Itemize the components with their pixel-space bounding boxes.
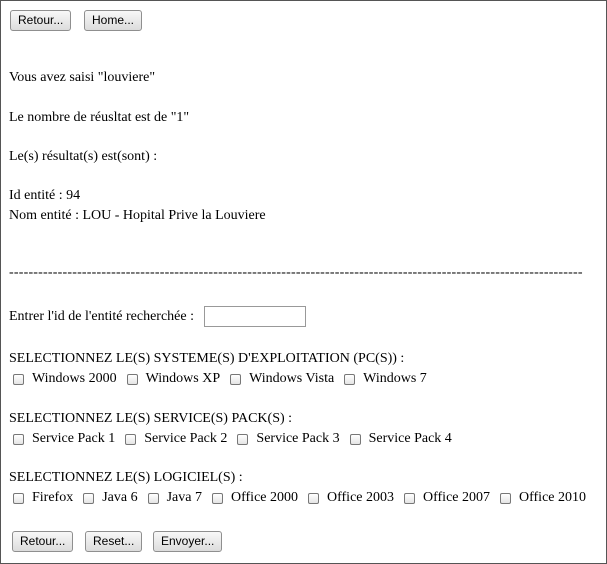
sp-checkbox[interactable] <box>237 433 249 445</box>
software-checkbox[interactable] <box>147 492 159 504</box>
entity-id-input[interactable] <box>204 306 306 327</box>
back-button-top[interactable]: Retour... <box>10 10 72 31</box>
software-option-label: Firefox <box>32 490 74 505</box>
software-option-label: Java 7 <box>166 490 202 505</box>
os-option-label: Windows Vista <box>249 371 335 386</box>
software-label: SELECTIONNEZ LE(S) LOGICIEL(S) : <box>9 470 243 485</box>
os-checkbox[interactable] <box>230 373 242 385</box>
os-options: Windows 2000 Windows XP Windows Vista Wi… <box>13 371 437 387</box>
sp-option[interactable]: Service Pack 1 <box>13 431 115 447</box>
os-option[interactable]: Windows XP <box>126 371 221 387</box>
send-button[interactable]: Envoyer... <box>153 531 223 552</box>
software-option-label: Java 6 <box>102 490 138 505</box>
os-option[interactable]: Windows 2000 <box>13 371 117 387</box>
software-option[interactable]: Java 7 <box>147 490 202 506</box>
entity-id-text: Id entité : 94 <box>9 188 81 203</box>
software-option[interactable]: Office 2003 <box>308 490 394 506</box>
entity-id-label: Entrer l'id de l'entité recherchée : <box>9 309 195 324</box>
software-option-label: Office 2000 <box>231 490 298 505</box>
entered-query-text: Vous avez saisi "louviere" <box>9 70 156 85</box>
os-checkbox[interactable] <box>344 373 356 385</box>
software-checkbox[interactable] <box>212 492 223 504</box>
sp-option-label: Service Pack 2 <box>144 431 228 446</box>
separator-line: ----------------------------------------… <box>9 265 583 280</box>
software-option[interactable]: Office 2007 <box>404 490 490 506</box>
sp-option-label: Service Pack 3 <box>256 431 340 446</box>
sp-option[interactable]: Service Pack 2 <box>125 431 227 447</box>
software-option[interactable]: Office 2000 <box>212 490 298 506</box>
software-checkbox[interactable] <box>500 492 511 504</box>
software-option-label: Office 2010 <box>519 490 586 505</box>
sp-option[interactable]: Service Pack 3 <box>237 431 340 447</box>
sp-option-label: Service Pack 1 <box>32 431 116 446</box>
results-label: Le(s) résultat(s) est(sont) : <box>9 149 158 164</box>
software-option[interactable]: Java 6 <box>83 490 138 506</box>
software-options: Firefox Java 6 Java 7 Office 2000 Office… <box>13 490 586 506</box>
software-checkbox[interactable] <box>308 492 319 504</box>
home-button[interactable]: Home... <box>84 10 143 31</box>
software-checkbox[interactable] <box>13 492 24 504</box>
os-checkbox[interactable] <box>13 373 24 385</box>
sp-option-label: Service Pack 4 <box>368 431 452 446</box>
software-option-label: Office 2003 <box>327 490 394 505</box>
os-option[interactable]: Windows Vista <box>230 371 334 387</box>
os-option-label: Windows 2000 <box>32 371 117 386</box>
entity-name-text: Nom entité : LOU - Hopital Prive la Louv… <box>9 208 266 223</box>
sp-option[interactable]: Service Pack 4 <box>349 431 452 447</box>
software-checkbox[interactable] <box>83 492 95 504</box>
os-option-label: Windows XP <box>145 371 221 386</box>
software-option[interactable]: Firefox <box>13 490 73 506</box>
os-checkbox[interactable] <box>126 373 138 385</box>
software-checkbox[interactable] <box>404 492 415 504</box>
sp-options: Service Pack 1 Service Pack 2 Service Pa… <box>13 431 462 447</box>
back-button-bottom[interactable]: Retour... <box>12 531 74 552</box>
sp-checkbox[interactable] <box>349 433 361 445</box>
reset-button[interactable]: Reset... <box>85 531 143 552</box>
result-count-text: Le nombre de réusltat est de "1" <box>9 110 190 125</box>
os-option-label: Windows 7 <box>363 371 427 386</box>
sp-checkbox[interactable] <box>125 433 137 445</box>
os-option[interactable]: Windows 7 <box>344 371 427 387</box>
sp-checkbox[interactable] <box>13 433 24 445</box>
os-label: SELECTIONNEZ LE(S) SYSTEME(S) D'EXPLOITA… <box>9 351 405 366</box>
sp-label: SELECTIONNEZ LE(S) SERVICE(S) PACK(S) : <box>9 411 293 426</box>
software-option-label: Office 2007 <box>423 490 490 505</box>
page: Retour... Home... Vous avez saisi "louvi… <box>0 0 607 564</box>
software-option[interactable]: Office 2010 <box>500 490 586 506</box>
